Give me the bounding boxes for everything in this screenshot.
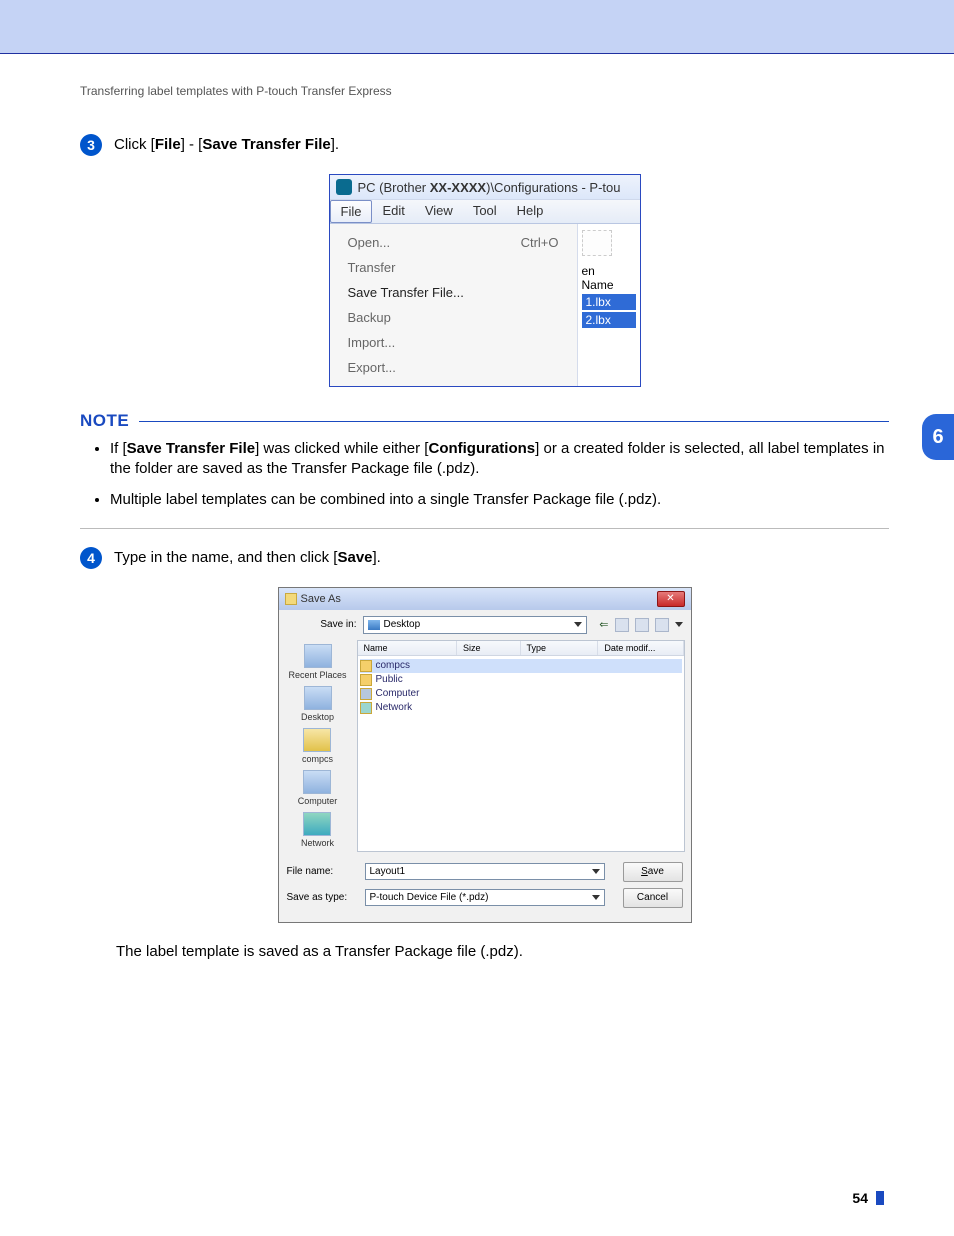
- dialog-titlebar: Save As ✕: [279, 588, 691, 610]
- list-header: Name Size Type Date modif...: [358, 641, 684, 656]
- toolbar-icon[interactable]: [635, 618, 649, 632]
- dialog-icon: [285, 593, 297, 605]
- place-computer[interactable]: Computer: [298, 770, 338, 806]
- save-as-dialog: Save As ✕ Save in: Desktop ⇐: [278, 587, 692, 923]
- computer-icon: [360, 688, 372, 700]
- dialog-toolbar: ⇐: [593, 618, 682, 632]
- toolbar-icon[interactable]: [615, 618, 629, 632]
- app-icon: [336, 179, 352, 195]
- note-list: If [Save Transfer File] was clicked whil…: [80, 439, 889, 510]
- step3-text: Click [File] - [Save Transfer File].: [114, 134, 339, 153]
- step4-number: 4: [80, 547, 102, 569]
- filename-input[interactable]: Layout1: [365, 863, 605, 880]
- folder-icon: [360, 674, 372, 686]
- list-item[interactable]: 2.lbx: [582, 312, 636, 328]
- page-footer: 54: [0, 990, 954, 1236]
- file-menu-figure: PC (Brother XX-XXXX)\Configurations - P-…: [329, 174, 641, 387]
- menu-open[interactable]: Open... Ctrl+O: [330, 230, 577, 255]
- note-separator: [80, 528, 889, 529]
- page-top-band: [0, 0, 954, 54]
- place-desktop[interactable]: Desktop: [301, 686, 334, 722]
- menubar: File Edit View Tool Help: [330, 199, 640, 224]
- places-bar: Recent Places Desktop compcs Computer Ne…: [279, 640, 357, 858]
- menu-save-transfer-file[interactable]: Save Transfer File...: [330, 280, 577, 305]
- menu-export[interactable]: Export...: [330, 355, 577, 380]
- chevron-down-icon: [592, 895, 600, 900]
- filename-label: File name:: [287, 866, 357, 877]
- desktop-icon: [304, 686, 332, 710]
- note-item-1: If [Save Transfer File] was clicked whil…: [110, 439, 889, 480]
- menu-file[interactable]: File: [330, 200, 373, 223]
- network-icon: [303, 812, 331, 836]
- network-icon: [360, 702, 372, 714]
- recent-icon: [304, 644, 332, 668]
- list-item[interactable]: 1.lbx: [582, 294, 636, 310]
- list-item[interactable]: Network: [360, 701, 682, 715]
- chevron-down-icon: [574, 622, 582, 627]
- chevron-down-icon: [592, 869, 600, 874]
- computer-icon: [303, 770, 331, 794]
- closing-text: The label template is saved as a Transfe…: [80, 943, 889, 960]
- list-item[interactable]: compcs: [360, 659, 682, 673]
- menu-tool[interactable]: Tool: [463, 200, 507, 223]
- saveastype-combo[interactable]: P-touch Device File (*.pdz): [365, 889, 605, 906]
- step4-text: Type in the name, and then click [Save].: [114, 547, 381, 566]
- page-number: 54: [852, 1190, 868, 1206]
- menu-backup[interactable]: Backup: [330, 305, 577, 330]
- step-3: 3 Click [File] - [Save Transfer File].: [80, 134, 889, 156]
- folder-icon: [303, 728, 331, 752]
- save-button[interactable]: Save: [623, 862, 683, 882]
- place-network[interactable]: Network: [301, 812, 334, 848]
- menu-edit[interactable]: Edit: [372, 200, 414, 223]
- chapter-tab: 6: [922, 414, 954, 460]
- footer-accent: [876, 1191, 884, 1205]
- note-item-2: Multiple label templates can be combined…: [110, 490, 889, 510]
- list-item[interactable]: Public: [360, 673, 682, 687]
- note-rule: [139, 421, 889, 422]
- menu-view[interactable]: View: [415, 200, 463, 223]
- savein-combo[interactable]: Desktop: [363, 616, 588, 634]
- file-dropdown: Open... Ctrl+O Transfer Save Transfer Fi…: [330, 224, 578, 386]
- step-4: 4 Type in the name, and then click [Save…: [80, 547, 889, 569]
- menu-import[interactable]: Import...: [330, 330, 577, 355]
- window-title: PC (Brother XX-XXXX)\Configurations - P-…: [330, 175, 640, 199]
- menu-help[interactable]: Help: [507, 200, 554, 223]
- chevron-down-icon: [675, 622, 683, 627]
- close-button[interactable]: ✕: [657, 591, 685, 607]
- place-compcs[interactable]: compcs: [302, 728, 333, 764]
- page-header: Transferring label templates with P-touc…: [80, 84, 889, 98]
- thumbnail-icon: [582, 230, 612, 256]
- savein-label: Save in:: [287, 619, 357, 630]
- folder-icon: [360, 660, 372, 672]
- desktop-icon: [368, 620, 380, 630]
- list-item[interactable]: Computer: [360, 687, 682, 701]
- cancel-button[interactable]: Cancel: [623, 888, 683, 908]
- menu-transfer[interactable]: Transfer: [330, 255, 577, 280]
- note-heading: NOTE: [80, 411, 889, 431]
- file-list-side: en Name 1.lbx 2.lbx: [578, 224, 640, 386]
- place-recent[interactable]: Recent Places: [288, 644, 346, 680]
- toolbar-icon[interactable]: [655, 618, 669, 632]
- saveastype-label: Save as type:: [287, 892, 357, 903]
- step3-number: 3: [80, 134, 102, 156]
- file-list: Name Size Type Date modif... compcs Publ…: [357, 640, 685, 852]
